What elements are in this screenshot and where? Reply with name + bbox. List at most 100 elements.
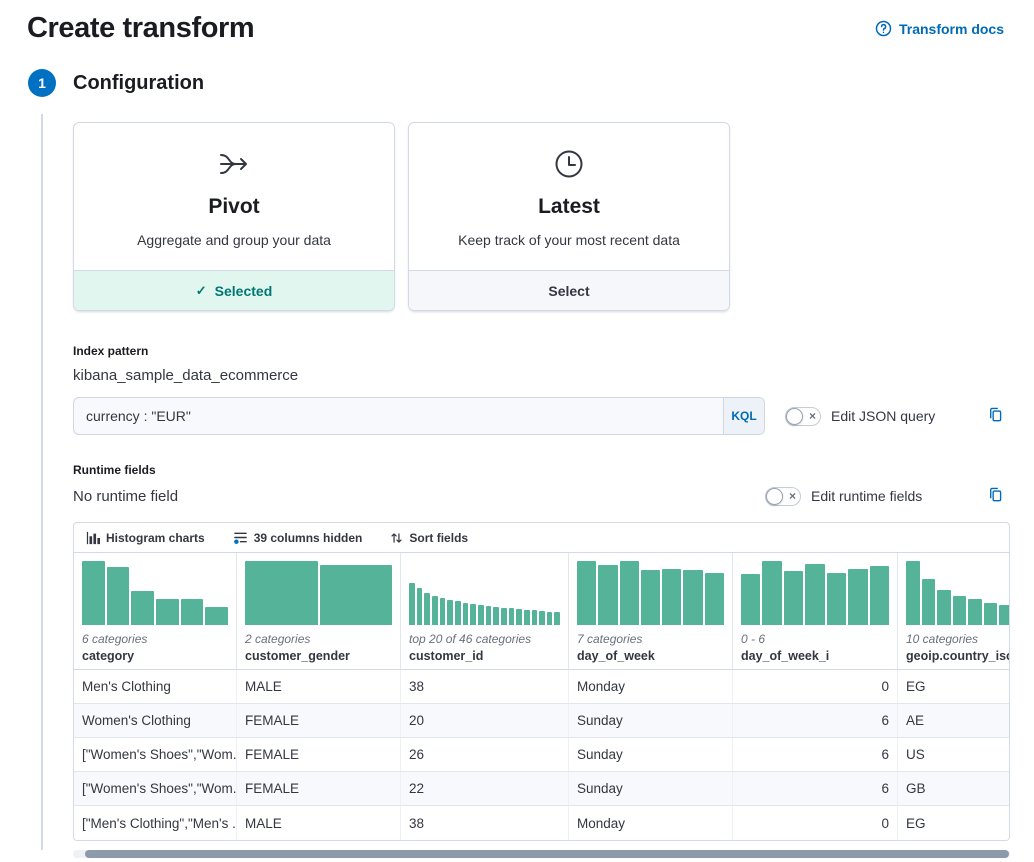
histogram-bar (432, 596, 438, 625)
edit-runtime-toggle-group: × Edit runtime fields (765, 484, 1010, 508)
transform-docs-link[interactable]: Transform docs (875, 20, 1004, 37)
horizontal-scrollbar-track (73, 850, 1010, 858)
histogram-bar (598, 565, 617, 625)
histogram-bar (493, 607, 499, 625)
cell-geoip.country_iso_c[interactable]: EG (898, 806, 1010, 840)
histogram-bar (320, 565, 393, 625)
histogram-bar (554, 612, 560, 625)
cell-day_of_week[interactable]: Monday (569, 670, 733, 703)
index-pattern-value: kibana_sample_data_ecommerce (73, 367, 1010, 384)
cell-category[interactable]: ["Women's Shoes","Wom... (74, 738, 237, 771)
histogram-geoip.country_iso_c (906, 561, 1010, 625)
sort-fields-button[interactable]: Sort fields (390, 531, 468, 545)
pivot-footer-label: Selected (215, 283, 273, 299)
column-meta: 0 - 6 (741, 632, 889, 646)
cell-day_of_week_i[interactable]: 0 (733, 806, 898, 840)
column-name: customer_id (409, 649, 560, 663)
histogram-bar (509, 608, 515, 625)
cell-customer_gender[interactable]: MALE (237, 806, 401, 840)
cell-customer_id[interactable]: 22 (401, 772, 569, 805)
edit-json-query-toggle[interactable]: × (785, 407, 821, 426)
column-header-day_of_week[interactable]: 7 categoriesday_of_week (569, 553, 733, 669)
histogram-bar (999, 605, 1010, 625)
docs-icon (875, 20, 892, 37)
cell-geoip.country_iso_c[interactable]: EG (898, 670, 1010, 703)
histogram-bar (501, 608, 507, 625)
histogram-bar (486, 606, 492, 625)
kql-language-button[interactable]: KQL (723, 398, 764, 434)
cell-category[interactable]: Men's Clothing (74, 670, 237, 703)
grid-toolbar: Histogram charts 39 columns hidden Sort … (74, 523, 1009, 553)
cell-customer_gender[interactable]: FEMALE (237, 772, 401, 805)
toggle-thumb (786, 408, 803, 425)
histogram-bar (805, 564, 824, 625)
histogram-bar (937, 590, 951, 625)
histogram-bar (539, 611, 545, 625)
check-icon: ✓ (196, 283, 207, 299)
column-header-customer_gender[interactable]: 2 categoriescustomer_gender (237, 553, 401, 669)
cell-geoip.country_iso_c[interactable]: US (898, 738, 1010, 771)
latest-card-description: Keep track of your most recent data (458, 232, 680, 248)
latest-select-footer[interactable]: Select (409, 270, 729, 310)
pivot-selected-footer: ✓ Selected (74, 270, 394, 310)
cell-day_of_week_i[interactable]: 6 (733, 704, 898, 737)
column-name: geoip.country_iso_c (906, 649, 1010, 663)
histogram-bar (968, 599, 982, 625)
latest-card[interactable]: Latest Keep track of your most recent da… (408, 122, 730, 311)
cell-day_of_week_i[interactable]: 6 (733, 738, 898, 771)
step-connector-line (41, 114, 43, 850)
query-bar: KQL (73, 397, 765, 435)
column-header-geoip.country_iso_c[interactable]: 10 categoriesgeoip.country_iso_c (898, 553, 1010, 669)
cell-day_of_week_i[interactable]: 6 (733, 772, 898, 805)
cell-customer_gender[interactable]: FEMALE (237, 738, 401, 771)
latest-footer-label: Select (548, 283, 589, 299)
edit-json-toggle-group: × Edit JSON query (785, 404, 1010, 428)
cell-customer_id[interactable]: 38 (401, 670, 569, 703)
cell-day_of_week[interactable]: Sunday (569, 772, 733, 805)
histogram-bar (205, 607, 228, 625)
cell-geoip.country_iso_c[interactable]: AE (898, 704, 1010, 737)
copy-runtime-fields-button[interactable] (985, 484, 1006, 508)
column-header-day_of_week_i[interactable]: 0 - 6day_of_week_i (733, 553, 898, 669)
cell-geoip.country_iso_c[interactable]: GB (898, 772, 1010, 805)
cell-day_of_week_i[interactable]: 0 (733, 670, 898, 703)
docs-link-label: Transform docs (899, 21, 1004, 37)
histogram-bar (463, 603, 469, 625)
column-header-category[interactable]: 6 categoriescategory (74, 553, 237, 669)
cell-customer_gender[interactable]: MALE (237, 670, 401, 703)
cell-day_of_week[interactable]: Sunday (569, 738, 733, 771)
histogram-charts-button[interactable]: Histogram charts (86, 531, 205, 545)
columns-hidden-button[interactable]: 39 columns hidden (233, 530, 363, 545)
topbar: Create transform Transform docs (0, 0, 1034, 45)
copy-json-query-button[interactable] (985, 404, 1006, 428)
histogram-bar (741, 574, 760, 625)
histogram-bar (870, 566, 889, 625)
columns-icon (233, 530, 248, 545)
histogram-bar (447, 600, 453, 625)
histogram-bar (662, 569, 681, 625)
cell-day_of_week[interactable]: Monday (569, 806, 733, 840)
horizontal-scrollbar-thumb[interactable] (85, 850, 1009, 858)
cell-category[interactable]: Women's Clothing (74, 704, 237, 737)
pivot-card[interactable]: Pivot Aggregate and group your data ✓ Se… (73, 122, 395, 311)
cell-customer_id[interactable]: 20 (401, 704, 569, 737)
cell-day_of_week[interactable]: Sunday (569, 704, 733, 737)
histogram-bar (784, 571, 803, 625)
column-name: customer_gender (245, 649, 392, 663)
table-row: Men's ClothingMALE38Monday0EG (74, 670, 1009, 704)
cell-customer_gender[interactable]: FEMALE (237, 704, 401, 737)
edit-runtime-fields-toggle[interactable]: × (765, 487, 801, 506)
clipboard-icon (987, 486, 1004, 503)
column-header-customer_id[interactable]: top 20 of 46 categoriescustomer_id (401, 553, 569, 669)
cell-category[interactable]: ["Women's Shoes","Wom... (74, 772, 237, 805)
cell-category[interactable]: ["Men's Clothing","Men's ... (74, 806, 237, 840)
histogram-bar (245, 561, 318, 625)
histogram-bar (417, 588, 423, 625)
histogram-bar (683, 570, 702, 625)
cell-customer_id[interactable]: 26 (401, 738, 569, 771)
histogram-bar (524, 610, 530, 625)
cell-customer_id[interactable]: 38 (401, 806, 569, 840)
columns-hidden-label: 39 columns hidden (254, 531, 363, 545)
create-transform-page: Create transform Transform docs 1 Config… (0, 0, 1034, 862)
query-input[interactable] (74, 398, 723, 434)
